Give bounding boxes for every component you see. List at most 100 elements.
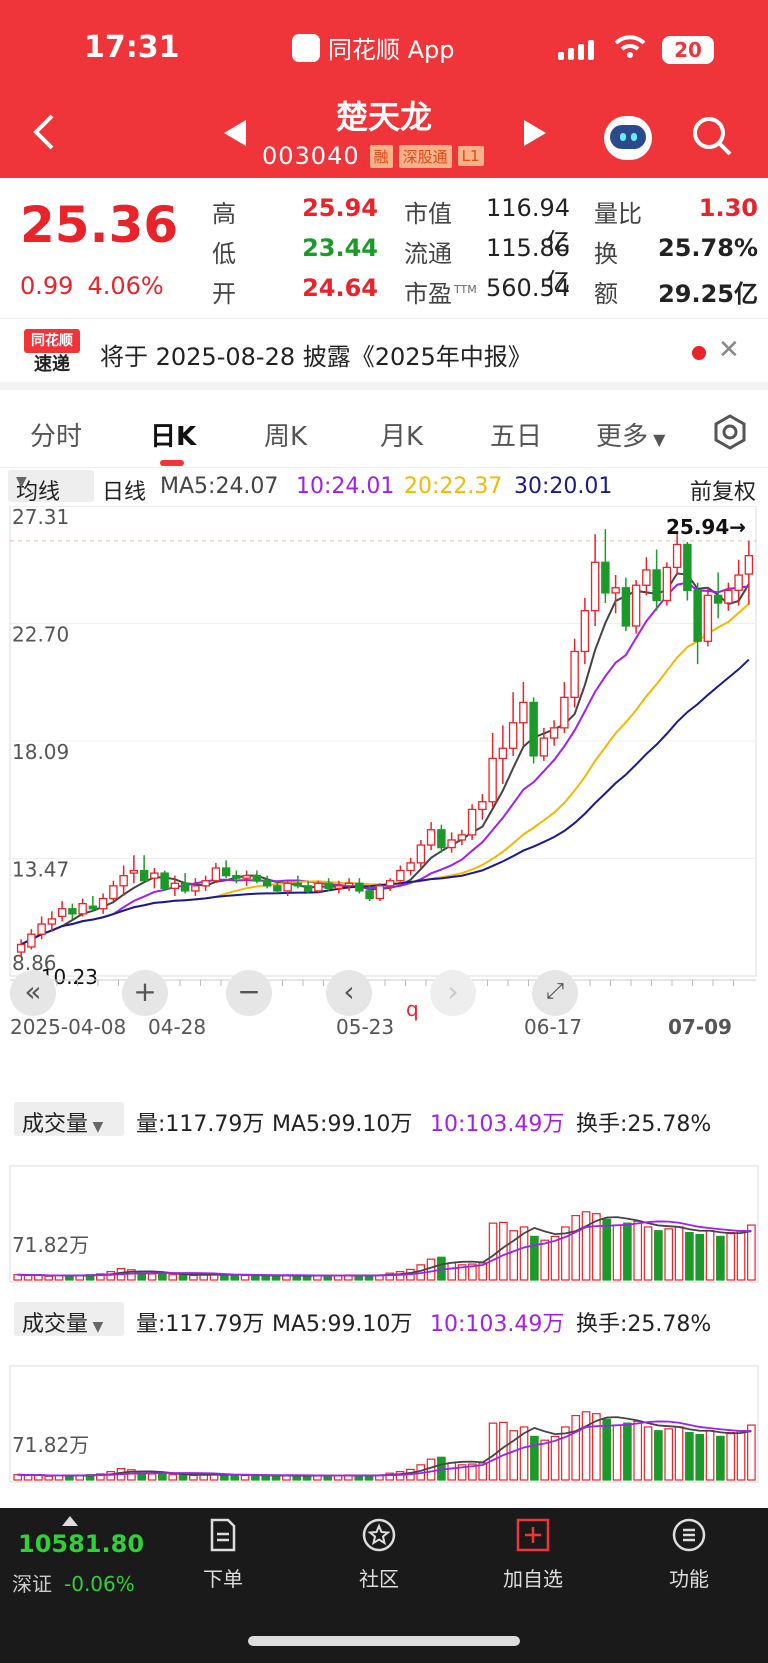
candle-body [601, 561, 610, 594]
volume-bar [158, 1473, 167, 1481]
scroll-left-fast-button[interactable]: « [10, 970, 56, 1016]
nav-community[interactable]: 社区 [334, 1514, 424, 1592]
stock-name: 楚天龙 [335, 98, 432, 136]
volume-bar [530, 1235, 539, 1281]
battery-icon: 20 [662, 36, 714, 64]
candle-body [232, 874, 241, 879]
amount-label: 额 [594, 280, 618, 308]
tab-weekly-k[interactable]: 周K [264, 416, 307, 453]
candle-body [437, 829, 446, 849]
adjust-mode[interactable]: 前复权 [690, 474, 756, 506]
caret-down-icon: ▼ [648, 430, 666, 449]
prev-stock-icon[interactable] [224, 120, 246, 146]
scroll-left-button[interactable]: ‹ [326, 970, 372, 1016]
candle-body [488, 757, 497, 803]
candle-body [508, 722, 518, 749]
news-text[interactable]: 将于 2025-08-28 披露《2025年中报》 [100, 337, 532, 372]
settings-icon[interactable] [710, 412, 750, 452]
volume-panel-1[interactable]: 成交量 ▼ 量:117.79万 MA5:99.10万 10:103.49万 换手… [0, 1096, 768, 1286]
volume-bar [643, 1226, 653, 1281]
candle-body [262, 880, 272, 887]
candle-body [98, 897, 108, 910]
volume-bar [654, 1230, 663, 1281]
volume-bar [602, 1218, 612, 1281]
index-value[interactable]: 10581.80 [18, 1530, 144, 1558]
volume-svg-1: 71.82万 [9, 1165, 759, 1283]
candle-body [549, 727, 559, 739]
volume-bar [178, 1274, 188, 1281]
tab-monthly-k[interactable]: 月K [380, 416, 423, 453]
volume-bar [447, 1462, 457, 1481]
tag-level: L1 [457, 146, 484, 166]
candle-body [109, 885, 118, 900]
stock-code: 003040 [262, 142, 360, 170]
assistant-robot-icon[interactable] [604, 116, 652, 160]
volume-bar [716, 1435, 725, 1481]
index-row[interactable]: 深证 -0.06% [12, 1568, 135, 1597]
nav-add-watchlist[interactable]: 加自选 [488, 1514, 578, 1592]
ma20-value: 20:22.37 [404, 474, 503, 499]
zoom-in-button[interactable]: + [122, 970, 168, 1016]
candle-body [734, 574, 743, 591]
candle-body [590, 561, 600, 612]
candle-body [467, 808, 477, 836]
candle-body [672, 543, 682, 569]
volume-bar [168, 1474, 178, 1481]
volume-bar [106, 1271, 116, 1281]
zoom-out-button[interactable]: − [226, 970, 272, 1016]
volume-bar [251, 1274, 260, 1281]
candle-body [47, 918, 57, 925]
tab-daily-k[interactable]: 日K [150, 416, 196, 453]
x-tick-label-4: 07-09 [668, 1015, 732, 1039]
ma-dropdown[interactable]: 均线 ▼ [8, 470, 94, 505]
add-box-icon [516, 1518, 550, 1552]
nav-order[interactable]: 下单 [178, 1514, 268, 1592]
candle-body [211, 867, 221, 882]
news-banner[interactable]: 同花顺 速递 将于 2025-08-28 披露《2025年中报》 ✕ [0, 318, 768, 390]
scroll-right-button[interactable]: › [430, 970, 476, 1016]
volume-bar [23, 1274, 33, 1281]
search-icon[interactable] [690, 114, 734, 158]
volume-bar [271, 1275, 281, 1281]
tab-more[interactable]: 更多 ▼ [596, 416, 665, 453]
mcap-label: 市值 [404, 200, 452, 228]
volume-bar [747, 1224, 756, 1281]
candle-body [560, 696, 569, 729]
volume-bar [426, 1458, 436, 1481]
ma-kind: 日线 [102, 480, 147, 505]
volume-bar [581, 1211, 591, 1281]
caret-up-icon [62, 1516, 78, 1526]
fullscreen-button[interactable]: ⤢ [532, 970, 578, 1016]
volume-bar [695, 1233, 705, 1281]
star-circle-icon [362, 1518, 396, 1552]
amount-value: 29.25亿 [658, 280, 758, 308]
tab-five-day[interactable]: 五日 [490, 416, 542, 453]
next-stock-icon[interactable] [524, 120, 546, 146]
volume-bar [592, 1213, 601, 1281]
ma30-line [20, 658, 750, 946]
volume-bar [643, 1426, 653, 1481]
candle-body [396, 869, 405, 882]
volume-bar [705, 1230, 715, 1281]
candle-body [611, 587, 620, 594]
kline-chart[interactable]: 27.31 22.70 18.09 13.47 8.86 25.94→ ←10.23 2025… [0, 505, 768, 1054]
candle-body [180, 882, 190, 892]
volume-bar [664, 1428, 674, 1481]
nav-functions[interactable]: 功能 [644, 1514, 734, 1592]
kline-svg: 27.3122.7018.0913.478.8625.94→←10.232025… [9, 505, 757, 1054]
candle-body [642, 569, 651, 586]
volume-bar [685, 1232, 694, 1281]
close-icon[interactable]: ✕ [718, 335, 740, 365]
volume-bar [602, 1418, 612, 1481]
volume-bar [612, 1224, 622, 1281]
index-name: 深证 [12, 1572, 52, 1596]
volume-panel-2[interactable]: 成交量 ▼ 量:117.79万 MA5:99.10万 10:103.49万 换手… [0, 1296, 768, 1486]
ma20-line [20, 602, 750, 946]
volume-bar [189, 1274, 198, 1281]
tab-intraday[interactable]: 分时 [30, 416, 82, 453]
high-label: 高 [212, 200, 236, 228]
nav-order-label: 下单 [203, 1567, 243, 1591]
candle-body [57, 908, 67, 918]
home-indicator[interactable] [248, 1636, 520, 1646]
volume-bar [747, 1424, 756, 1481]
